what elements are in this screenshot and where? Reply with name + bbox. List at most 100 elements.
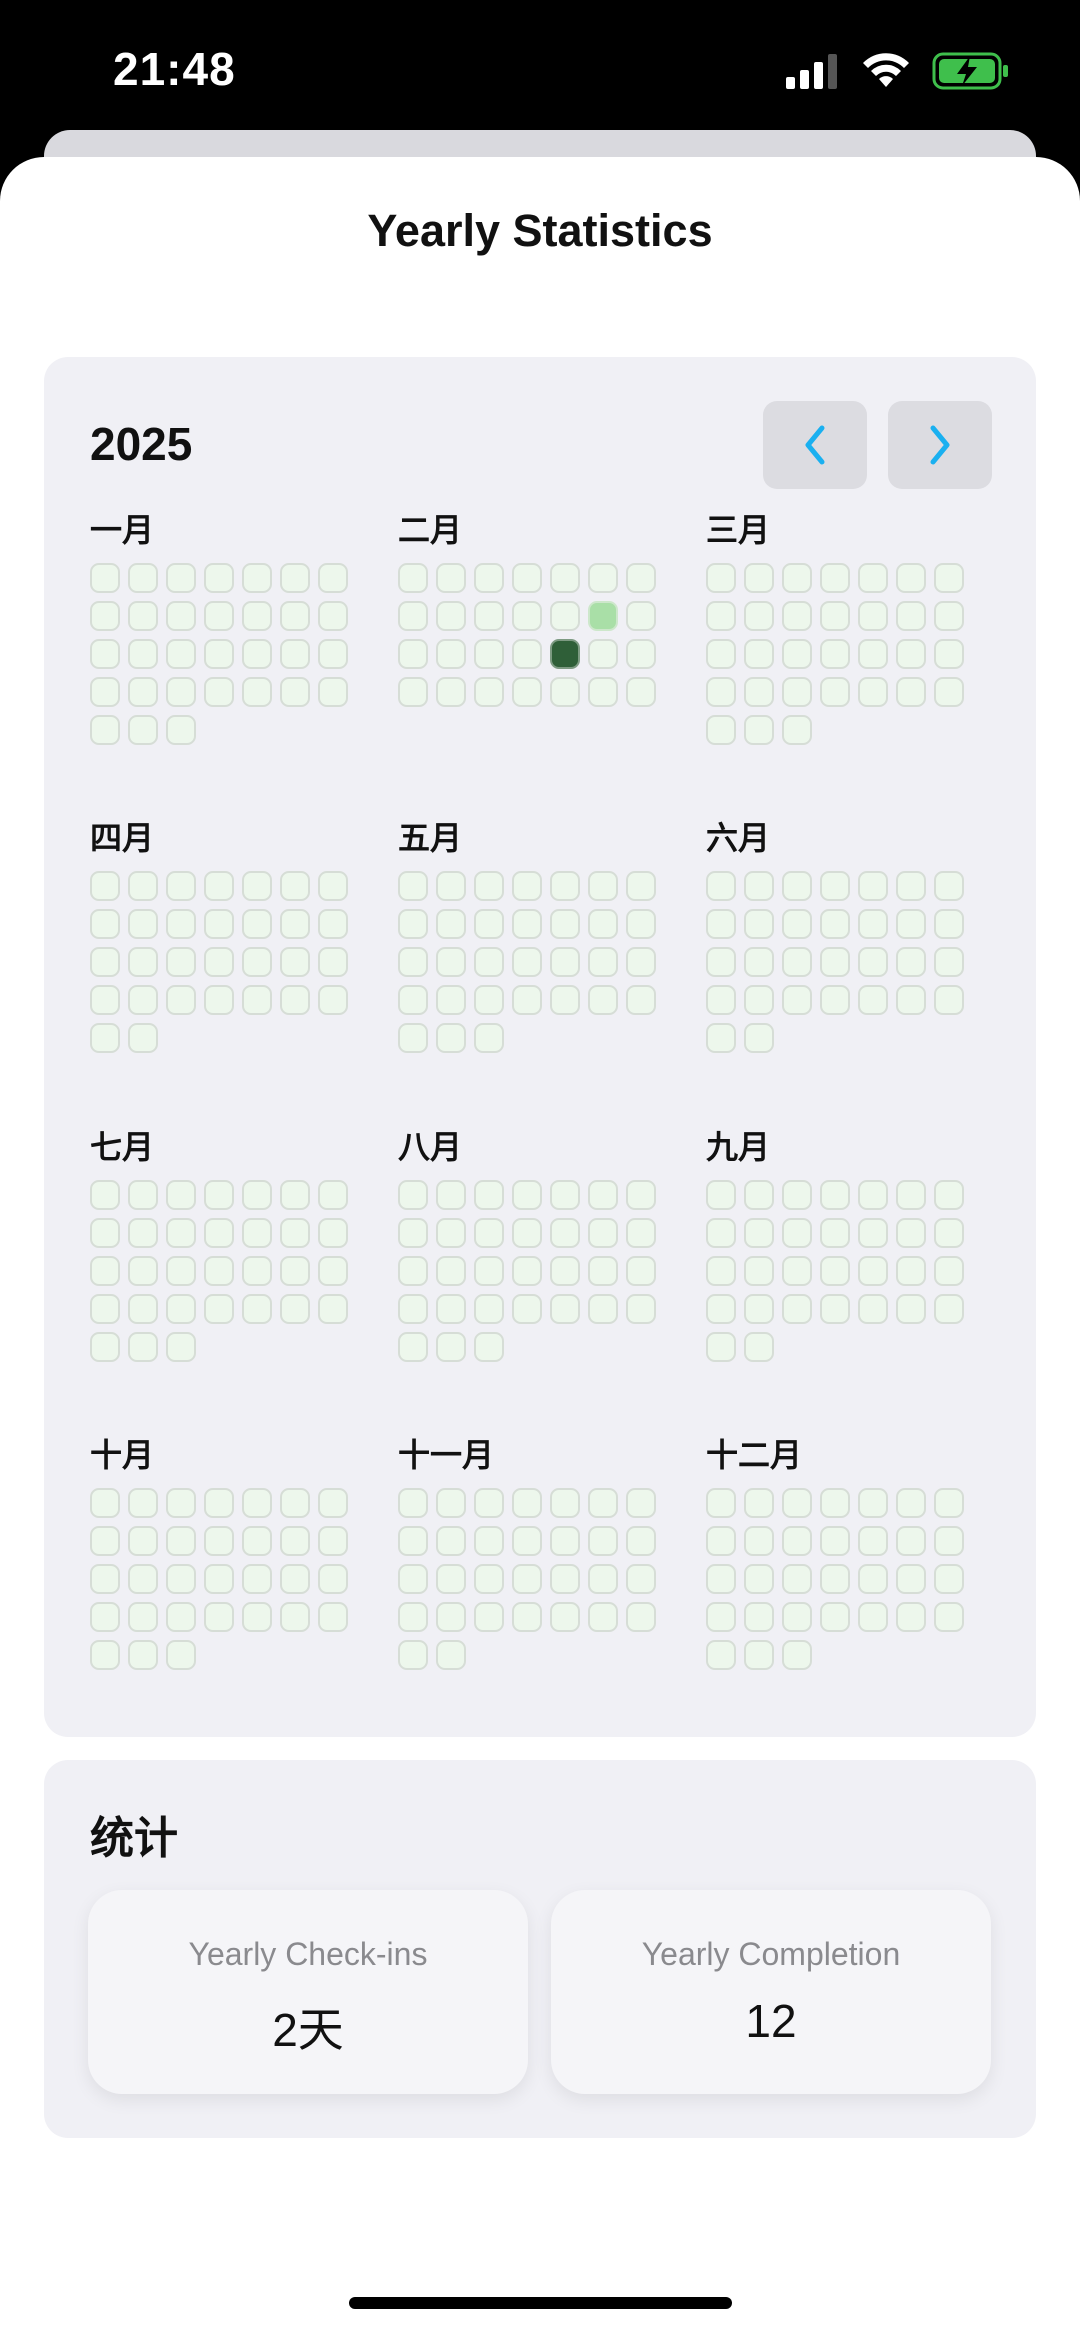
day-cell[interactable]: [204, 1180, 234, 1210]
day-cell[interactable]: [318, 639, 348, 669]
day-cell[interactable]: [744, 985, 774, 1015]
day-cell[interactable]: [90, 1023, 120, 1053]
day-cell[interactable]: [436, 1294, 466, 1324]
day-cell[interactable]: [90, 677, 120, 707]
day-cell[interactable]: [706, 677, 736, 707]
day-cell[interactable]: [318, 563, 348, 593]
day-cell[interactable]: [706, 1256, 736, 1286]
day-cell[interactable]: [242, 677, 272, 707]
day-cell[interactable]: [90, 871, 120, 901]
day-cell[interactable]: [588, 1526, 618, 1556]
day-cell[interactable]: [782, 639, 812, 669]
day-cell[interactable]: [744, 1526, 774, 1556]
day-cell[interactable]: [242, 1488, 272, 1518]
day-cell[interactable]: [280, 1564, 310, 1594]
day-cell[interactable]: [280, 639, 310, 669]
day-cell[interactable]: [744, 639, 774, 669]
day-cell[interactable]: [744, 1023, 774, 1053]
day-cell[interactable]: [242, 947, 272, 977]
day-cell[interactable]: [934, 1256, 964, 1286]
day-cell[interactable]: [782, 1526, 812, 1556]
day-cell[interactable]: [706, 639, 736, 669]
day-cell[interactable]: [166, 715, 196, 745]
day-cell[interactable]: [706, 563, 736, 593]
day-cell[interactable]: [896, 985, 926, 1015]
day-cell[interactable]: [782, 1602, 812, 1632]
day-cell[interactable]: [436, 871, 466, 901]
day-cell[interactable]: [90, 1218, 120, 1248]
day-cell[interactable]: [744, 1640, 774, 1670]
day-cell[interactable]: [744, 1294, 774, 1324]
day-cell[interactable]: [512, 1564, 542, 1594]
day-cell[interactable]: [318, 1256, 348, 1286]
day-cell[interactable]: [896, 1294, 926, 1324]
day-cell[interactable]: [626, 601, 656, 631]
day-cell[interactable]: [280, 947, 310, 977]
day-cell[interactable]: [128, 1256, 158, 1286]
day-cell[interactable]: [588, 985, 618, 1015]
day-cell[interactable]: [782, 601, 812, 631]
day-cell[interactable]: [242, 909, 272, 939]
day-cell[interactable]: [90, 1564, 120, 1594]
day-cell[interactable]: [588, 1218, 618, 1248]
day-cell[interactable]: [436, 1256, 466, 1286]
day-cell[interactable]: [934, 1180, 964, 1210]
day-cell[interactable]: [318, 947, 348, 977]
day-cell[interactable]: [280, 985, 310, 1015]
day-cell[interactable]: [398, 947, 428, 977]
day-cell[interactable]: [242, 1294, 272, 1324]
day-cell[interactable]: [474, 563, 504, 593]
day-cell[interactable]: [204, 871, 234, 901]
day-cell[interactable]: [820, 947, 850, 977]
day-cell[interactable]: [90, 1488, 120, 1518]
day-cell[interactable]: [782, 1180, 812, 1210]
day-cell[interactable]: [782, 1218, 812, 1248]
day-cell[interactable]: [398, 1218, 428, 1248]
day-cell[interactable]: [858, 1180, 888, 1210]
day-cell[interactable]: [550, 601, 580, 631]
day-cell[interactable]: [398, 563, 428, 593]
day-cell[interactable]: [626, 1564, 656, 1594]
day-cell[interactable]: [318, 1294, 348, 1324]
day-cell[interactable]: [858, 1602, 888, 1632]
day-cell[interactable]: [128, 715, 158, 745]
day-cell[interactable]: [90, 1526, 120, 1556]
day-cell[interactable]: [280, 677, 310, 707]
day-cell[interactable]: [820, 1256, 850, 1286]
day-cell[interactable]: [436, 1602, 466, 1632]
day-cell[interactable]: [820, 1180, 850, 1210]
day-cell[interactable]: [858, 1488, 888, 1518]
day-cell[interactable]: [782, 1294, 812, 1324]
day-cell[interactable]: [90, 1256, 120, 1286]
day-cell[interactable]: [90, 909, 120, 939]
next-year-button[interactable]: [888, 401, 992, 489]
day-cell[interactable]: [512, 639, 542, 669]
day-cell[interactable]: [474, 985, 504, 1015]
day-cell[interactable]: [896, 1526, 926, 1556]
day-cell[interactable]: [474, 1218, 504, 1248]
day-cell[interactable]: [166, 563, 196, 593]
day-cell[interactable]: [204, 1602, 234, 1632]
day-cell[interactable]: [626, 871, 656, 901]
day-cell[interactable]: [744, 1602, 774, 1632]
day-cell[interactable]: [242, 1256, 272, 1286]
day-cell[interactable]: [512, 947, 542, 977]
day-cell[interactable]: [934, 1294, 964, 1324]
day-cell[interactable]: [706, 1294, 736, 1324]
day-cell[interactable]: [820, 1218, 850, 1248]
day-cell[interactable]: [512, 601, 542, 631]
day-cell[interactable]: [242, 1564, 272, 1594]
day-cell[interactable]: [436, 639, 466, 669]
day-cell[interactable]: [820, 1526, 850, 1556]
day-cell[interactable]: [318, 601, 348, 631]
day-cell[interactable]: [934, 1488, 964, 1518]
day-cell[interactable]: [128, 639, 158, 669]
day-cell[interactable]: [706, 601, 736, 631]
day-cell[interactable]: [474, 1256, 504, 1286]
day-cell[interactable]: [550, 639, 580, 669]
day-cell[interactable]: [858, 1218, 888, 1248]
day-cell[interactable]: [280, 1294, 310, 1324]
day-cell[interactable]: [744, 563, 774, 593]
day-cell[interactable]: [896, 677, 926, 707]
day-cell[interactable]: [474, 1180, 504, 1210]
